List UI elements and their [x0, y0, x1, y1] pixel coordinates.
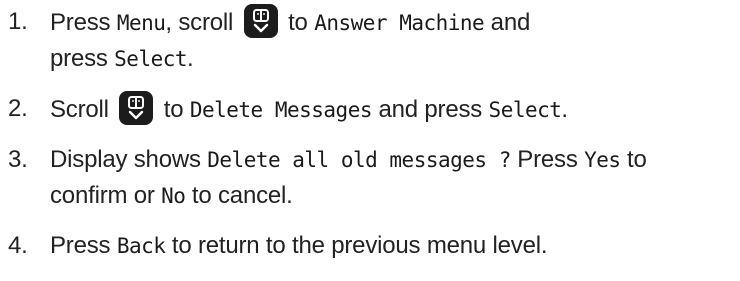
- step-text: .: [561, 96, 568, 123]
- step-2: 2. Scroll to Delete Messages and press S…: [8, 91, 736, 128]
- step-4: 4. Press Back to return to the previous …: [8, 228, 736, 264]
- step-text: to: [620, 146, 647, 173]
- step-text: to cancel.: [185, 182, 293, 209]
- step-text: Display shows: [50, 146, 208, 173]
- step-text: to: [281, 9, 315, 36]
- step-text: Press: [510, 146, 585, 173]
- step-number: 1.: [8, 8, 28, 35]
- step-number: 2.: [8, 95, 28, 122]
- step-text: Scroll: [50, 96, 109, 123]
- step-text: Press: [50, 9, 117, 36]
- step-text: Press: [50, 232, 117, 259]
- step-text: and: [484, 9, 531, 36]
- step-text: press: [50, 45, 115, 72]
- step-text: to return to the previous menu level.: [165, 232, 548, 259]
- display-term-select: Select: [114, 47, 188, 71]
- scroll-key-icon: [119, 91, 154, 125]
- display-term-no: No: [161, 184, 186, 208]
- step-number: 4.: [8, 232, 28, 259]
- display-term-menu: Menu: [116, 11, 166, 35]
- step-1: 1. Press Menu, scroll to Answer Machine …: [8, 4, 736, 77]
- display-term-answer-machine: Answer Machine: [314, 11, 485, 35]
- display-term-select: Select: [488, 98, 562, 122]
- step-number: 3.: [8, 146, 28, 173]
- display-term-yes: Yes: [584, 148, 621, 172]
- step-text: confirm or: [50, 182, 162, 209]
- display-term-delete-all-old-messages: Delete all old messages ?: [207, 148, 511, 172]
- step-text: .: [187, 45, 194, 72]
- display-term-back: Back: [116, 234, 166, 258]
- scroll-key-icon: [243, 4, 278, 38]
- step-text: , scroll: [165, 9, 234, 36]
- step-text: to: [157, 96, 190, 123]
- display-term-delete-messages: Delete Messages: [189, 98, 373, 122]
- step-text: and press: [372, 96, 489, 123]
- step-3: 3. Display shows Delete all old messages…: [8, 142, 736, 214]
- instruction-steps: 1. Press Menu, scroll to Answer Machine …: [8, 4, 736, 278]
